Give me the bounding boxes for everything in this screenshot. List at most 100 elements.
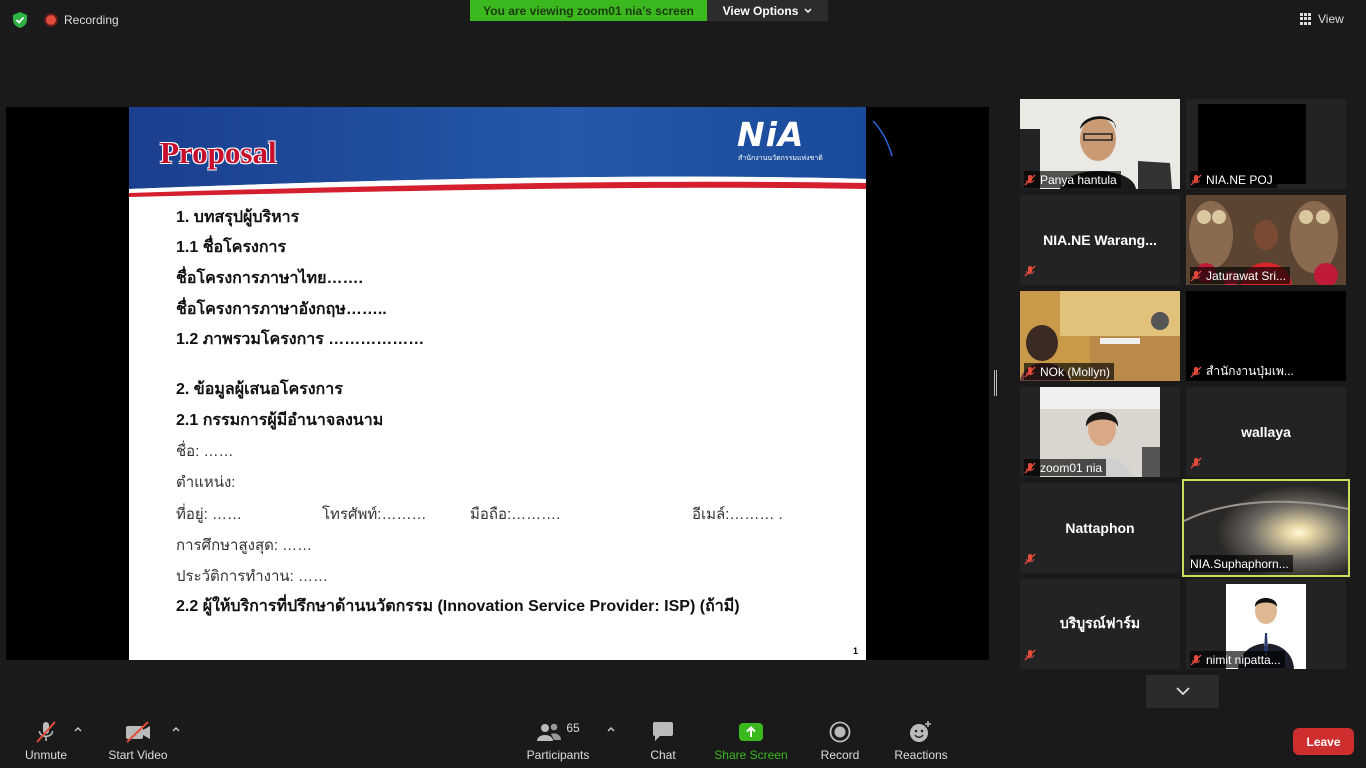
- participants-options-caret-icon[interactable]: [607, 724, 615, 735]
- share-screen-label: Share Screen: [714, 748, 788, 762]
- participant-name: NIA.NE POJ: [1206, 172, 1273, 187]
- participant-name: NIA.NE Warang...: [1043, 232, 1157, 248]
- participant-tile[interactable]: บริบูรณ์ฟาร์ม: [1020, 579, 1180, 669]
- reactions-button[interactable]: Reactions: [893, 720, 949, 762]
- nia-logo: NiA: [737, 115, 805, 154]
- muted-mic-icon: [1024, 648, 1036, 666]
- participant-name: Panya hantula: [1040, 172, 1117, 187]
- slide-line-proposer-info: 2. ข้อมูลผู้เสนอโครงการ: [176, 381, 343, 398]
- participant-tile[interactable]: NOk (Mollyn): [1020, 291, 1180, 381]
- gallery-next-page-button[interactable]: [1146, 675, 1219, 708]
- record-label: Record: [820, 748, 860, 762]
- nia-logo-subtext: สำนักงานนวัตกรรมแห่งชาติ: [738, 155, 823, 162]
- participant-name: wallaya: [1241, 424, 1291, 440]
- recording-label[interactable]: Recording: [64, 13, 119, 27]
- participant-tile[interactable]: zoom01 nia: [1020, 387, 1180, 477]
- participant-name: nimit nipatta...: [1206, 652, 1281, 667]
- security-shield-icon[interactable]: [11, 11, 29, 29]
- video-off-icon: [124, 720, 152, 744]
- share-screen-icon: [738, 720, 764, 744]
- slide-line-work-history: ประวัติการทำงาน: ……: [176, 568, 329, 585]
- slide-line-project-name: 1.1 ชื่อโครงการ: [176, 239, 287, 256]
- participants-button[interactable]: 65 Participants: [525, 720, 591, 762]
- reactions-label: Reactions: [894, 748, 948, 762]
- unmute-label: Unmute: [24, 748, 68, 762]
- participant-tile[interactable]: wallaya: [1186, 387, 1346, 477]
- slide-page-number: 1: [853, 646, 859, 656]
- participant-tile[interactable]: Panya hantula: [1020, 99, 1180, 189]
- participant-name-tag: nimit nipatta...: [1190, 651, 1285, 668]
- viewing-screen-banner: You are viewing zoom01 nia's screen: [470, 0, 707, 21]
- participant-name-tag: NIA.Suphaphorn...: [1190, 555, 1293, 572]
- participants-label: Participants: [526, 748, 590, 762]
- slide-line-mobile: มือถือ:……….: [470, 506, 561, 523]
- chat-icon: [651, 720, 675, 744]
- muted-mic-icon: [1190, 654, 1202, 666]
- participant-name-tag: Panya hantula: [1024, 171, 1121, 188]
- participant-tile[interactable]: NIA.NE POJ: [1186, 99, 1346, 189]
- muted-mic-icon: [1190, 456, 1202, 474]
- record-icon: [829, 720, 851, 744]
- slide-line-isp: 2.2 ผู้ให้บริการที่ปรึกษาด้านนวัตกรรม (I…: [176, 598, 740, 615]
- participant-name-tag: Jaturawat Sri...: [1190, 267, 1291, 284]
- chevron-down-icon: [1175, 687, 1190, 696]
- chat-label: Chat: [650, 748, 676, 762]
- participant-name-tag: NOk (Mollyn): [1024, 363, 1115, 380]
- participant-name: สำนักงานปุ่มเพ...: [1206, 364, 1294, 378]
- slide-line-thai-name: ชื่อโครงการภาษาไทย…….: [176, 270, 363, 287]
- slide-line-education: การศึกษาสูงสุด: ……: [176, 537, 313, 554]
- unmute-button[interactable]: Unmute: [22, 720, 70, 762]
- share-screen-button[interactable]: Share Screen: [714, 720, 788, 762]
- video-options-caret-icon[interactable]: [172, 724, 180, 735]
- participants-icon-wrap: 65: [536, 720, 580, 744]
- start-video-button[interactable]: Start Video: [106, 720, 170, 762]
- chat-button[interactable]: Chat: [646, 720, 680, 762]
- participant-name-tag: zoom01 nia: [1024, 459, 1107, 476]
- slide-line-overview: 1.2 ภาพรวมโครงการ ………………: [176, 331, 425, 348]
- annotation-stroke: [872, 120, 893, 157]
- slide-title: Proposal: [160, 135, 277, 170]
- participant-tile[interactable]: nimit nipatta...: [1186, 579, 1346, 669]
- slide-line-name: ชื่อ: ……: [176, 443, 234, 460]
- participant-name-tag: NIA.NE POJ: [1190, 171, 1277, 188]
- participant-name: Jaturawat Sri...: [1206, 268, 1287, 283]
- view-layout-button[interactable]: View: [1300, 9, 1344, 29]
- slide-line-email: อีเมล์:……… .: [692, 506, 783, 523]
- muted-mic-icon: [1190, 366, 1202, 378]
- participant-name: บริบูรณ์ฟาร์ม: [1059, 615, 1141, 631]
- start-video-label: Start Video: [108, 748, 168, 762]
- participant-tile-active-speaker[interactable]: NIA.Suphaphorn...: [1182, 479, 1350, 577]
- participant-tile[interactable]: NIA.NE Warang...: [1020, 195, 1180, 285]
- slide-line-english-name: ชื่อโครงการภาษาอังกฤษ……..: [176, 301, 387, 318]
- view-label: View: [1318, 12, 1344, 26]
- record-button[interactable]: Record: [820, 720, 860, 762]
- slide-line-position: ตำแหน่ง:: [176, 474, 236, 491]
- muted-mic-icon: [1024, 174, 1036, 186]
- participant-tile[interactable]: Nattaphon: [1020, 483, 1180, 573]
- slide-line-signatory: 2.1 กรรมการผู้มีอำนาจลงนาม: [176, 412, 384, 429]
- participant-tile[interactable]: Jaturawat Sri...: [1186, 195, 1346, 285]
- slide-line-executive-summary: 1. บทสรุปผู้บริหาร: [176, 209, 300, 226]
- slide-line-address: ที่อยู่: ……: [176, 506, 243, 523]
- participants-icon: [537, 723, 562, 741]
- muted-microphone-icon: [34, 720, 58, 744]
- participant-name: NIA.Suphaphorn...: [1190, 556, 1289, 571]
- reactions-icon: [909, 720, 933, 744]
- participant-name: NOk (Mollyn): [1040, 364, 1111, 379]
- muted-mic-icon: [1024, 462, 1036, 474]
- audio-options-caret-icon[interactable]: [74, 724, 82, 735]
- recording-icon: [44, 13, 58, 27]
- chevron-down-icon: [804, 7, 812, 13]
- view-options-button[interactable]: View Options: [707, 0, 828, 21]
- presentation-slide: Proposal NiA สำนักงานนวัตกรรมแห่งชาติ 1.…: [129, 107, 866, 660]
- leave-meeting-button[interactable]: Leave: [1293, 728, 1354, 755]
- participant-tile[interactable]: สำนักงานปุ่มเพ...: [1186, 291, 1346, 381]
- muted-mic-icon: [1190, 270, 1202, 282]
- muted-mic-icon: [1190, 174, 1202, 186]
- participant-name: zoom01 nia: [1040, 460, 1103, 475]
- participant-name: Nattaphon: [1065, 520, 1135, 536]
- grid-view-icon: [1300, 13, 1312, 25]
- participant-name-tag: สำนักงานปุ่มเพ...: [1190, 363, 1298, 380]
- muted-mic-icon: [1024, 366, 1036, 378]
- panel-resize-handle[interactable]: [994, 370, 997, 396]
